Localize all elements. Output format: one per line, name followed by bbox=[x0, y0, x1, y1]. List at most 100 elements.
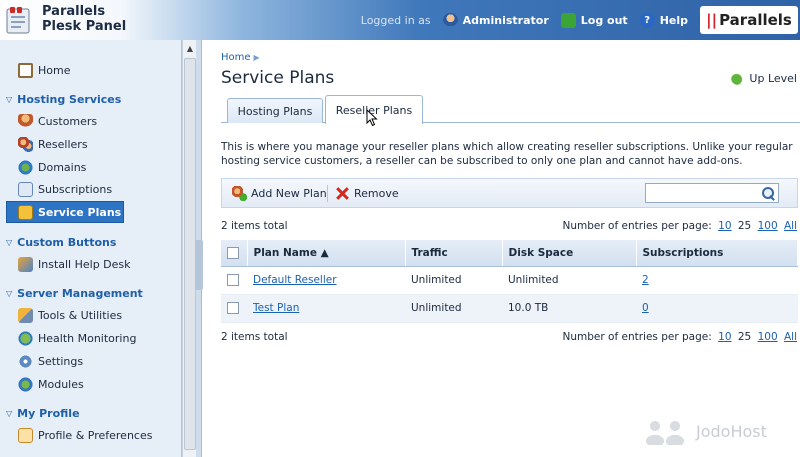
sidebar-item-customers[interactable]: Customers bbox=[18, 111, 97, 131]
collapse-sidebar-handle[interactable] bbox=[195, 240, 203, 290]
plan-name-link[interactable]: Test Plan bbox=[253, 302, 299, 314]
sidebar: Home ▽ Hosting Services Customers Resell… bbox=[0, 40, 182, 457]
plan-name-cell: Test Plan bbox=[247, 294, 405, 323]
people-watermark-icon bbox=[640, 417, 690, 445]
collapse-triangle-icon: ▽ bbox=[6, 237, 13, 247]
sidebar-item-settings[interactable]: Settings bbox=[18, 351, 83, 371]
entries-all-link[interactable]: All bbox=[784, 220, 797, 232]
entries-25-current: 25 bbox=[737, 331, 752, 343]
subscriptions-count-link[interactable]: 2 bbox=[642, 274, 649, 286]
collapse-triangle-icon: ▽ bbox=[6, 94, 13, 104]
sidebar-item-subscriptions[interactable]: Subscriptions bbox=[18, 179, 112, 199]
column-traffic[interactable]: Traffic bbox=[405, 240, 503, 267]
watermark: JodoHost bbox=[640, 417, 767, 445]
remove-button[interactable]: Remove bbox=[335, 185, 399, 201]
entries-10-link[interactable]: 10 bbox=[718, 331, 731, 343]
logout-icon bbox=[560, 12, 576, 28]
select-all-checkbox[interactable] bbox=[227, 246, 239, 259]
row-checkbox[interactable] bbox=[227, 274, 239, 286]
domains-icon bbox=[18, 159, 33, 175]
tab-hosting-plans[interactable]: Hosting Plans bbox=[227, 98, 323, 123]
scroll-up-arrow-icon[interactable]: ▲ bbox=[183, 42, 197, 56]
resellers-icon bbox=[18, 136, 33, 152]
up-level-link[interactable]: Up Level bbox=[731, 71, 797, 85]
settings-gear-icon bbox=[18, 353, 33, 369]
add-new-plan-button[interactable]: Add New Plan bbox=[232, 185, 327, 201]
sidebar-group-custom-buttons[interactable]: ▽ Custom Buttons bbox=[6, 233, 116, 251]
remove-x-icon bbox=[335, 186, 350, 201]
subscriptions-cell: 0 bbox=[636, 294, 798, 323]
sidebar-item-tools-utilities[interactable]: Tools & Utilities bbox=[18, 305, 122, 325]
help-icon: ? bbox=[639, 12, 655, 28]
column-subscriptions[interactable]: Subscriptions bbox=[636, 240, 798, 267]
disk-space-cell: Unlimited bbox=[502, 266, 636, 295]
sidebar-group-my-profile[interactable]: ▽ My Profile bbox=[6, 404, 80, 422]
search-input[interactable] bbox=[645, 183, 779, 203]
sidebar-item-health-monitoring[interactable]: Health Monitoring bbox=[18, 328, 136, 348]
entries-100-link[interactable]: 100 bbox=[758, 331, 778, 343]
sidebar-item-resellers[interactable]: Resellers bbox=[18, 134, 88, 154]
mouse-pointer-icon bbox=[366, 109, 378, 127]
sidebar-group-server-management[interactable]: ▽ Server Management bbox=[6, 284, 143, 302]
disk-space-cell: 10.0 TB bbox=[502, 294, 636, 323]
table-row: Test Plan Unlimited 10.0 TB 0 bbox=[221, 294, 798, 323]
entries-all-link[interactable]: All bbox=[784, 331, 797, 343]
modules-icon bbox=[18, 376, 33, 392]
profile-card-icon bbox=[18, 427, 33, 443]
parallels-bars-icon: || bbox=[706, 11, 718, 29]
add-plan-icon bbox=[232, 185, 247, 201]
page-title: Service Plans bbox=[221, 68, 335, 88]
column-plan-name[interactable]: Plan Name ▲ bbox=[247, 240, 406, 267]
row-select-cell bbox=[221, 266, 247, 295]
subscriptions-count-link[interactable]: 0 bbox=[642, 302, 649, 314]
breadcrumb-home-link[interactable]: Home bbox=[221, 52, 251, 63]
subscriptions-icon bbox=[18, 181, 33, 197]
brand-name: Parallels Plesk Panel bbox=[42, 4, 127, 34]
customer-icon bbox=[18, 113, 33, 129]
main-content: Home ▶ Service Plans Up Level Hosting Pla… bbox=[203, 40, 800, 457]
sidebar-scrollbar[interactable]: ▲ bbox=[182, 40, 196, 457]
items-total-top: 2 items total bbox=[221, 220, 288, 232]
tools-icon bbox=[18, 307, 33, 323]
table-row: Default Reseller Unlimited Unlimited 2 bbox=[221, 266, 798, 295]
sidebar-item-domains[interactable]: Domains bbox=[18, 157, 86, 177]
entries-100-link[interactable]: 100 bbox=[758, 220, 778, 232]
page-description: This is where you manage your reseller p… bbox=[221, 141, 793, 167]
plans-toolbar: Add New Plan Remove bbox=[221, 178, 798, 208]
items-total-bottom: 2 items total bbox=[221, 331, 288, 343]
sidebar-item-profile-preferences[interactable]: Profile & Preferences bbox=[18, 425, 152, 445]
logout-link[interactable]: Log out bbox=[560, 12, 628, 28]
sidebar-splitter[interactable] bbox=[195, 40, 203, 457]
sidebar-item-modules[interactable]: Modules bbox=[18, 374, 84, 394]
top-header: Parallels Plesk Panel Logged in as Admin… bbox=[0, 0, 800, 40]
entries-25-current: 25 bbox=[737, 220, 752, 232]
sidebar-item-service-plans[interactable]: Service Plans bbox=[6, 201, 124, 223]
traffic-cell: Unlimited bbox=[405, 294, 502, 323]
entries-10-link[interactable]: 10 bbox=[718, 220, 731, 232]
subscriptions-cell: 2 bbox=[636, 266, 798, 295]
sidebar-item-install-help-desk[interactable]: Install Help Desk bbox=[18, 254, 131, 274]
toolbar-divider bbox=[327, 185, 328, 202]
collapse-triangle-icon: ▽ bbox=[6, 288, 13, 298]
breadcrumb-arrow-icon: ▶ bbox=[253, 53, 260, 62]
parallels-logo[interactable]: || Parallels bbox=[700, 6, 798, 34]
home-icon bbox=[18, 62, 33, 78]
plan-name-link[interactable]: Default Reseller bbox=[253, 274, 337, 286]
search-icon[interactable] bbox=[760, 185, 776, 201]
column-disk-space[interactable]: Disk Space bbox=[502, 240, 637, 267]
sidebar-item-home[interactable]: Home bbox=[18, 60, 70, 80]
plans-table: Plan Name ▲ Traffic Disk Space Subscript… bbox=[221, 240, 798, 323]
row-select-cell bbox=[221, 294, 247, 323]
collapse-triangle-icon: ▽ bbox=[6, 408, 13, 418]
logged-in-label: Logged in as bbox=[360, 13, 431, 27]
service-plans-icon bbox=[18, 204, 33, 220]
plan-name-cell: Default Reseller bbox=[247, 266, 405, 295]
table-header-row: Plan Name ▲ Traffic Disk Space Subscript… bbox=[221, 240, 798, 267]
up-level-arrow-icon bbox=[731, 71, 746, 85]
row-checkbox[interactable] bbox=[227, 302, 239, 314]
sidebar-group-hosting-services[interactable]: ▽ Hosting Services bbox=[6, 90, 121, 108]
user-account-link[interactable]: Administrator bbox=[442, 12, 549, 28]
help-link[interactable]: ? Help bbox=[639, 12, 688, 28]
user-icon bbox=[442, 12, 458, 28]
plan-tabs: Hosting Plans Reseller Plans bbox=[221, 95, 800, 124]
